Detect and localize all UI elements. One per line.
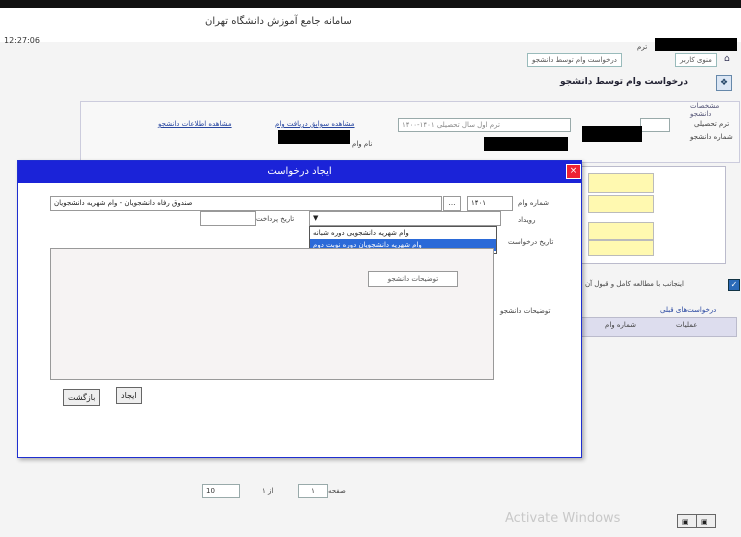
taskbar-button-2[interactable]: ▣ (696, 514, 716, 528)
request-date-label: تاریخ درخواست (508, 238, 554, 246)
yellow-field-1[interactable] (588, 173, 654, 193)
yellow-field-3[interactable] (588, 222, 654, 240)
student-label: شماره دانشجو (690, 133, 733, 141)
dialog-title: ایجاد درخواست (18, 161, 581, 183)
redacted-student-id (582, 126, 642, 142)
term-field[interactable]: ترم اول سال تحصیلی ۱۴۰۱-۱۴۰۰ (398, 118, 571, 132)
loan-lookup-button[interactable]: … (443, 196, 461, 211)
pager-of-label: از ۱ (262, 487, 274, 495)
yellow-field-2[interactable] (588, 195, 654, 213)
create-button[interactable]: ایجاد (116, 387, 142, 404)
yellow-field-4[interactable] (588, 240, 654, 256)
breadcrumb-field-label: ترم (637, 43, 648, 51)
event-label: رویداد (518, 216, 536, 224)
student-description-label: توضیحات دانشجو (500, 307, 551, 315)
student-description-button[interactable]: توضیحات دانشجو (368, 271, 458, 287)
back-button[interactable]: بازگشت (63, 389, 101, 406)
loan-description-field: صندوق رفاه دانشجویان - وام شهریه دانشجوی… (50, 196, 442, 211)
breadcrumb-item-loan-request[interactable]: درخواست وام توسط دانشجو (527, 53, 622, 67)
page-title: درخواست وام توسط دانشجو (560, 77, 688, 87)
table-col-loan-number: شماره وام (605, 321, 636, 329)
top-bar (0, 0, 741, 8)
section-label: مشخصات دانشجو (690, 102, 720, 118)
redacted-name (655, 38, 737, 51)
taskbar-button-1[interactable]: ▣ (677, 514, 697, 528)
dropdown-option[interactable]: وام شهریه دانشجویی دوره شبانه (310, 227, 496, 239)
agreement-checkbox[interactable]: ✓ (728, 279, 740, 291)
close-icon[interactable]: × (566, 164, 581, 179)
activate-windows-watermark: Activate Windows (505, 511, 621, 526)
loan-name-label: نام وام (352, 140, 373, 148)
event-select[interactable]: ▼ (309, 211, 501, 226)
pager-page-label: صفحه (328, 487, 346, 495)
page-size-select[interactable]: 10 (202, 484, 240, 498)
home-icon[interactable]: ⌂ (724, 54, 734, 64)
student-description-textarea[interactable] (50, 248, 494, 380)
view-student-info-link[interactable]: مشاهده اطلاعات دانشجو (158, 120, 232, 128)
payment-date-field[interactable] (200, 211, 256, 226)
table-title: درخواست‌های قبلی (660, 306, 717, 314)
agreement-label: اینجانب با مطالعه کامل و قبول آن (585, 280, 684, 288)
clock: 12:27:06 (4, 36, 40, 45)
loan-number-field[interactable]: ۱۴۰۱ (467, 196, 513, 211)
payment-date-label: تاریخ پرداخت (256, 215, 295, 223)
loan-number-label: شماره وام (518, 199, 549, 207)
table-header (560, 317, 737, 337)
view-loan-history-link[interactable]: مشاهده سوابق دریافت وام (275, 120, 355, 128)
breadcrumb-item-user-menu[interactable]: منوی کاربر (675, 53, 717, 67)
header-title: سامانه جامع آموزش دانشگاه تهران (205, 16, 352, 27)
term-code-field[interactable] (640, 118, 670, 132)
redacted-loan-name (278, 130, 350, 144)
page-number-input[interactable]: ۱ (298, 484, 328, 498)
header (0, 8, 741, 42)
table-col-actions: عملیات (676, 321, 698, 329)
create-request-dialog: ایجاد درخواست × شماره وام ۱۴۰۱ … صندوق ر… (17, 160, 582, 458)
redacted-field (484, 137, 568, 151)
term-label: ترم تحصیلی (694, 120, 730, 128)
page-icon: ❖ (716, 75, 732, 91)
